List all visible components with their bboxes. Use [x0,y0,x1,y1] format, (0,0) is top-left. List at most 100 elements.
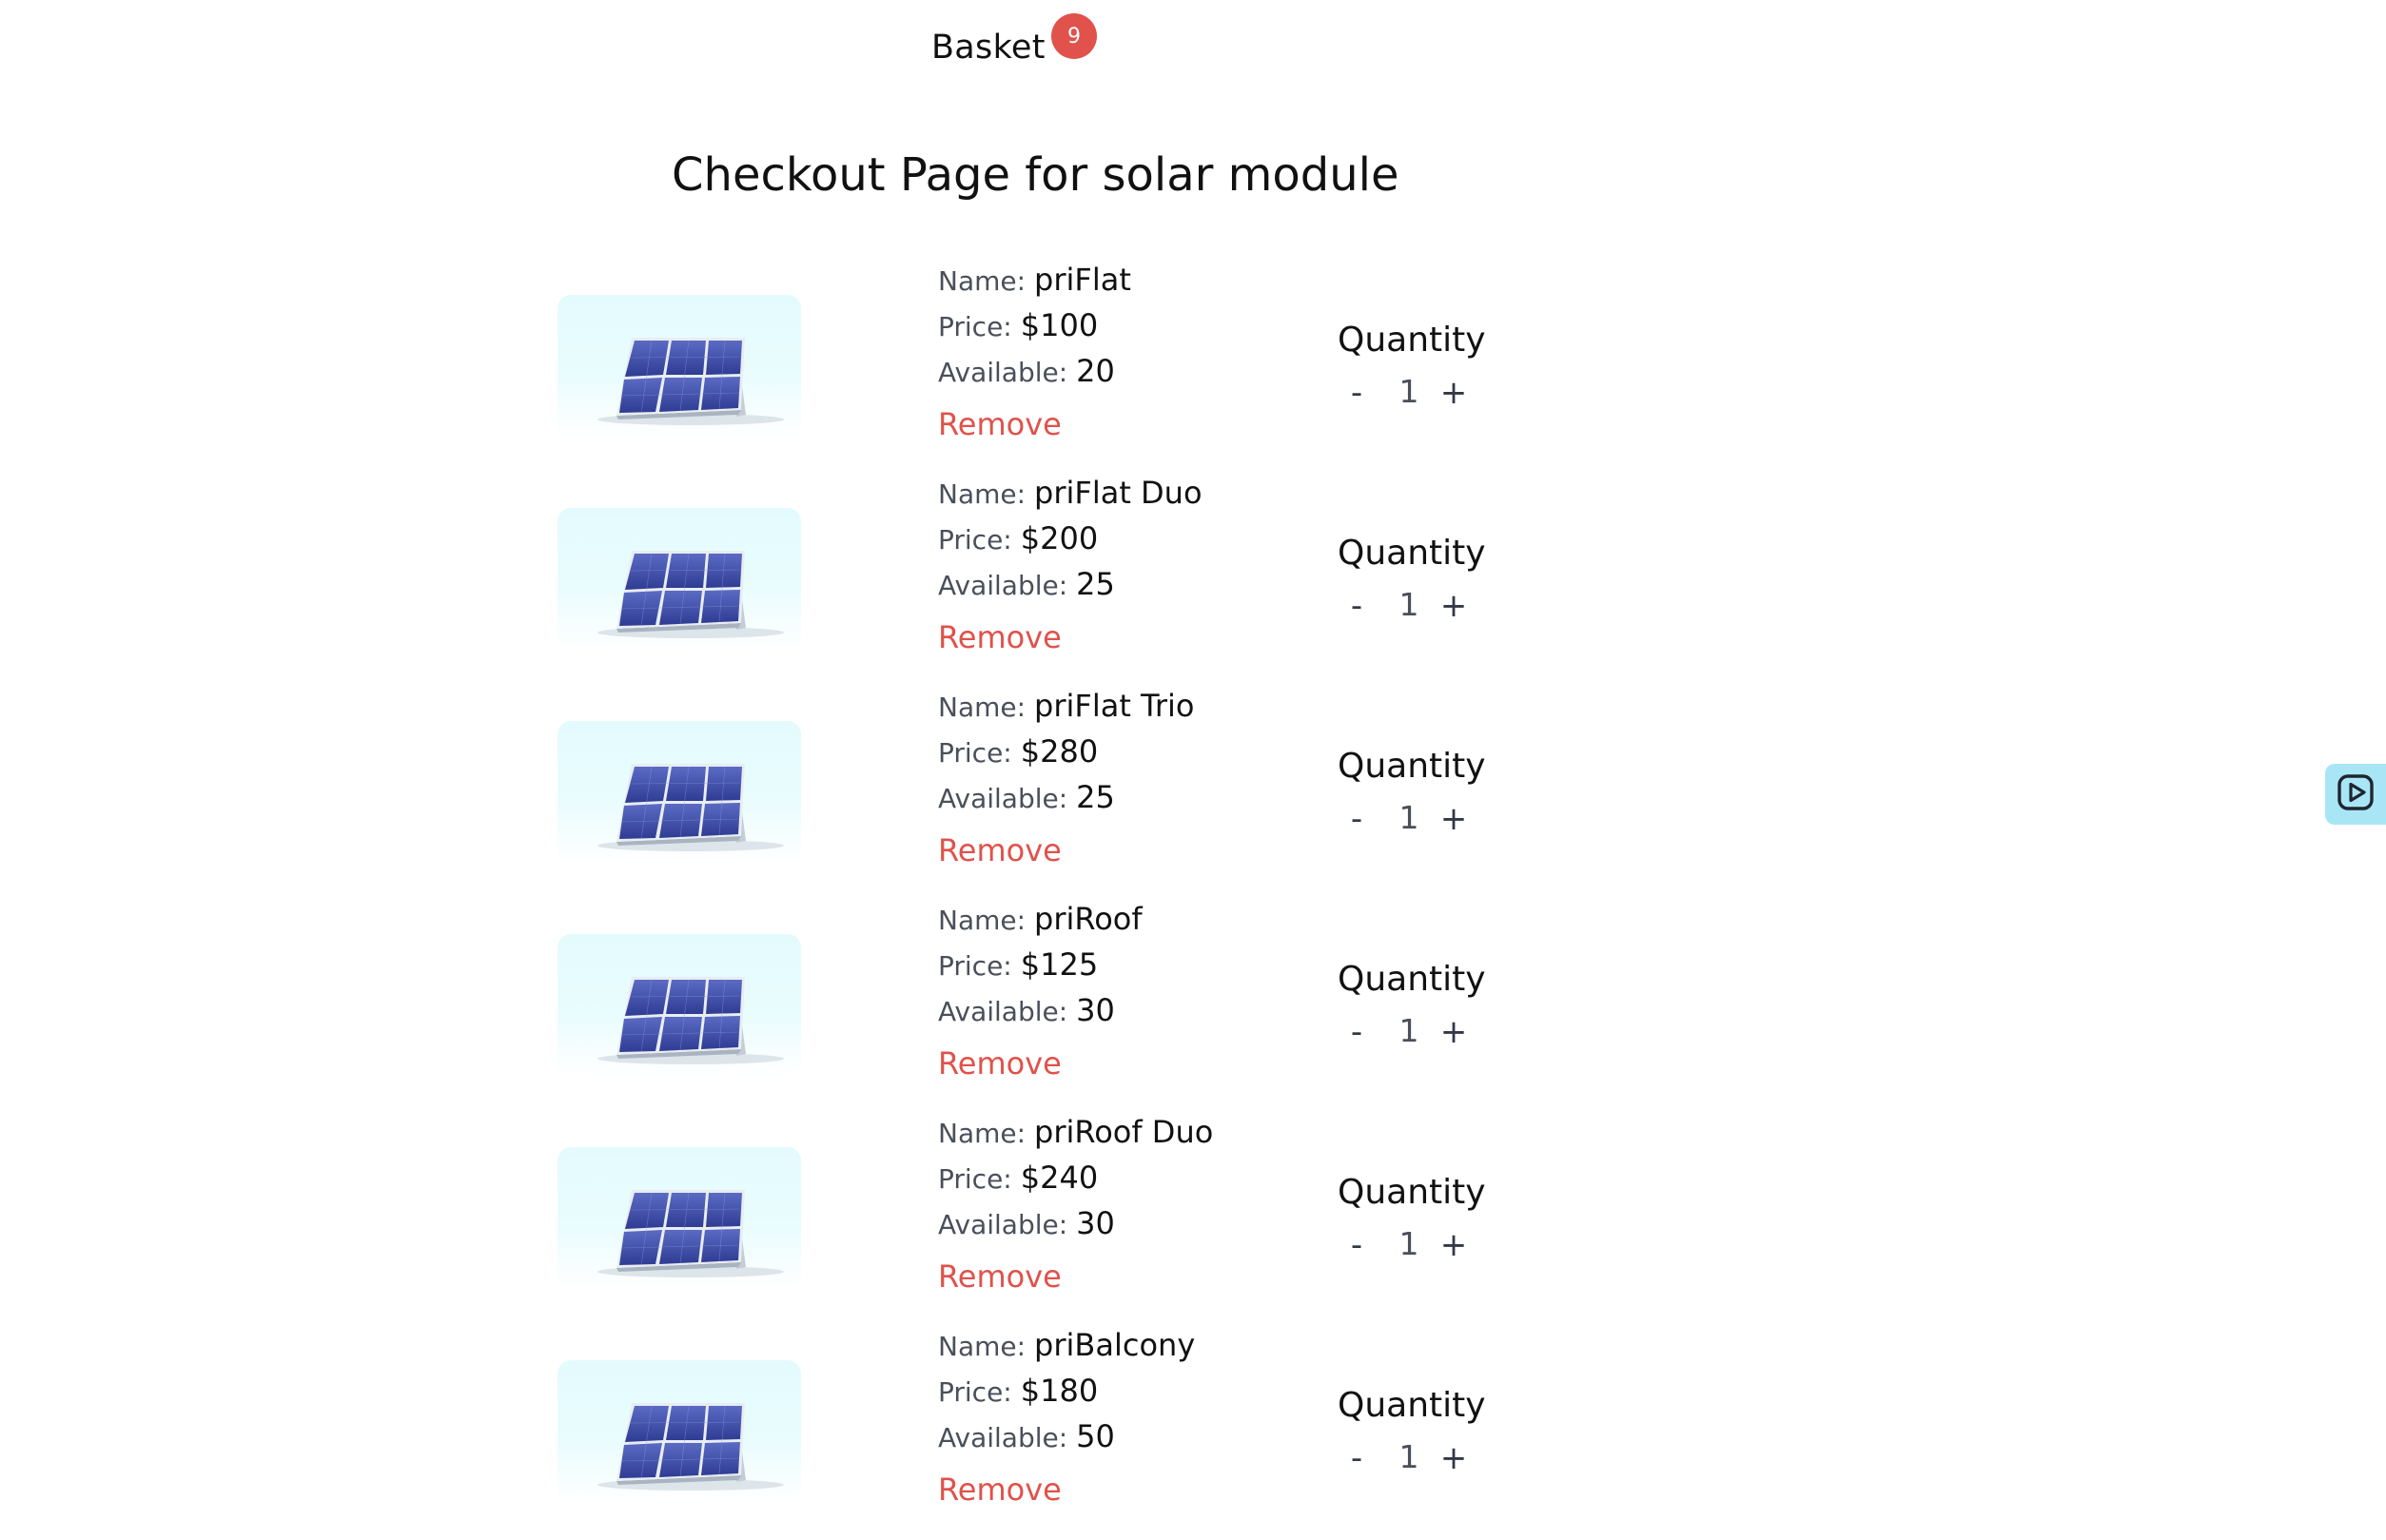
price-label: Price: [938,524,1012,556]
solar-panel-image [597,977,784,1064]
solar-panel-image [597,764,784,851]
item-name-row: Name: priFlat Trio [938,688,1319,733]
item-info: Name: priRoof Price: $125 Available: 30 … [938,901,1319,1087]
item-name: priFlat [1034,262,1131,298]
increase-quantity-button[interactable]: + [1435,1435,1473,1481]
item-info: Name: priFlat Price: $100 Available: 20 … [938,262,1319,448]
decrease-quantity-button[interactable]: - [1338,583,1376,629]
checkout-item: Name: priRoof Duo Price: $240 Available:… [0,1114,2386,1327]
quantity-stepper: - 1 + [1338,1435,1480,1481]
play-video-icon [2335,771,2376,817]
available-label: Available: [938,996,1068,1027]
quantity-stepper: - 1 + [1338,1222,1480,1268]
quantity-control: Quantity - 1 + [1338,1173,1486,1268]
price-label: Price: [938,950,1012,982]
checkout-item: Name: priFlat Trio Price: $280 Available… [0,688,2386,901]
quantity-label: Quantity [1338,321,1486,360]
item-price: $100 [1020,307,1099,343]
item-info: Name: priFlat Duo Price: $200 Available:… [938,475,1319,661]
quantity-value: 1 [1398,586,1419,623]
item-name: priFlat Duo [1034,475,1203,511]
item-available: 25 [1076,566,1115,602]
checkout-item: Name: priRoof Price: $125 Available: 30 … [0,901,2386,1114]
item-name: priBalcony [1034,1327,1196,1363]
quantity-label: Quantity [1338,960,1486,999]
item-name: priRoof [1034,901,1143,937]
quantity-label: Quantity [1338,534,1486,573]
item-price: $200 [1020,520,1099,556]
quantity-control: Quantity - 1 + [1338,960,1486,1055]
quantity-label: Quantity [1338,1173,1486,1212]
increase-quantity-button[interactable]: + [1435,583,1473,629]
remove-button[interactable]: Remove [938,619,1319,661]
item-price: $240 [1020,1160,1099,1196]
checkout-item-list: Name: priFlat Price: $100 Available: 20 … [0,0,2386,1539]
item-name-row: Name: priBalcony [938,1327,1319,1373]
name-label: Name: [938,478,1027,510]
available-label: Available: [938,1422,1068,1453]
quantity-stepper: - 1 + [1338,1009,1480,1055]
remove-button[interactable]: Remove [938,832,1319,874]
quantity-value: 1 [1398,1225,1419,1262]
increase-quantity-button[interactable]: + [1435,1009,1473,1055]
item-price-row: Price: $125 [938,946,1319,992]
remove-button[interactable]: Remove [938,406,1319,448]
increase-quantity-button[interactable]: + [1435,370,1473,416]
decrease-quantity-button[interactable]: - [1338,1222,1376,1268]
item-price-row: Price: $280 [938,733,1319,779]
quantity-stepper: - 1 + [1338,370,1480,416]
increase-quantity-button[interactable]: + [1435,796,1473,842]
price-label: Price: [938,1376,1012,1408]
item-price-row: Price: $180 [938,1373,1319,1418]
item-info: Name: priRoof Duo Price: $240 Available:… [938,1114,1319,1300]
name-label: Name: [938,1331,1027,1362]
decrease-quantity-button[interactable]: - [1338,1435,1376,1481]
solar-panel-icon [557,1147,801,1290]
remove-button[interactable]: Remove [938,1045,1319,1087]
item-name: priFlat Trio [1034,688,1195,724]
item-available: 30 [1076,1205,1115,1241]
solar-panel-image [597,338,784,425]
item-price: $125 [1020,946,1099,983]
item-price-row: Price: $240 [938,1160,1319,1205]
name-label: Name: [938,692,1027,723]
solar-panel-image [597,551,784,638]
available-label: Available: [938,357,1068,388]
item-name-row: Name: priFlat [938,262,1319,307]
remove-button[interactable]: Remove [938,1258,1319,1300]
price-label: Price: [938,737,1012,769]
name-label: Name: [938,1118,1027,1149]
solar-panel-icon [557,1360,801,1503]
price-label: Price: [938,1163,1012,1195]
decrease-quantity-button[interactable]: - [1338,796,1376,842]
item-info: Name: priBalcony Price: $180 Available: … [938,1327,1319,1513]
quantity-label: Quantity [1338,747,1486,786]
quantity-control: Quantity - 1 + [1338,534,1486,629]
checkout-item: Name: priBalcony Price: $180 Available: … [0,1327,2386,1540]
quantity-control: Quantity - 1 + [1338,321,1486,416]
item-name: priRoof Duo [1034,1114,1214,1150]
item-available-row: Available: 50 [938,1418,1319,1464]
item-price-row: Price: $100 [938,307,1319,353]
quantity-stepper: - 1 + [1338,583,1480,629]
available-label: Available: [938,570,1068,601]
item-available-row: Available: 30 [938,1205,1319,1251]
increase-quantity-button[interactable]: + [1435,1222,1473,1268]
decrease-quantity-button[interactable]: - [1338,1009,1376,1055]
item-available: 30 [1076,992,1115,1028]
item-available-row: Available: 25 [938,566,1319,612]
decrease-quantity-button[interactable]: - [1338,370,1376,416]
side-tab-button[interactable] [2325,764,2386,825]
quantity-control: Quantity - 1 + [1338,747,1486,842]
item-available: 50 [1076,1418,1115,1454]
quantity-value: 1 [1398,1012,1419,1049]
item-available-row: Available: 30 [938,992,1319,1038]
remove-button[interactable]: Remove [938,1472,1319,1513]
name-label: Name: [938,905,1027,936]
item-info: Name: priFlat Trio Price: $280 Available… [938,688,1319,874]
solar-panel-image [597,1403,784,1491]
quantity-label: Quantity [1338,1386,1486,1425]
available-label: Available: [938,1209,1068,1240]
solar-panel-image [597,1190,784,1277]
solar-panel-icon [557,934,801,1077]
